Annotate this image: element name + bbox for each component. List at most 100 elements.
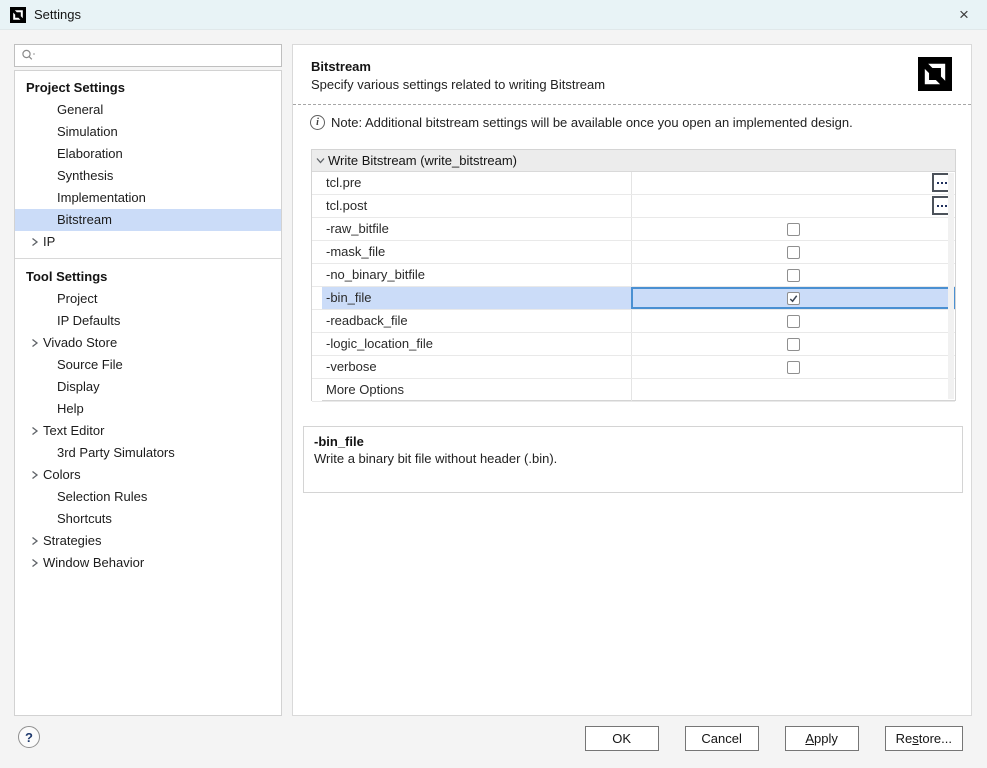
row-gutter — [312, 333, 322, 355]
checkbox[interactable] — [787, 361, 800, 374]
chevron-right-icon — [30, 558, 39, 568]
sidebar-item-simulation[interactable]: Simulation — [15, 121, 281, 143]
row-gutter — [312, 218, 322, 240]
chevron-right-icon — [30, 338, 39, 348]
settings-dialog: Settings × Project SettingsGeneralSimula… — [0, 0, 987, 768]
sidebar-item-display[interactable]: Display — [15, 376, 281, 398]
sidebar-item-label: Strategies — [43, 530, 102, 552]
description-text: Write a binary bit file without header (… — [314, 451, 952, 466]
sidebar-item-help[interactable]: Help — [15, 398, 281, 420]
option-row-raw-bitfile[interactable]: -raw_bitfile — [312, 218, 955, 241]
sidebar-item-label: Window Behavior — [43, 552, 144, 574]
option-row-verbose[interactable]: -verbose — [312, 356, 955, 379]
sidebar-item-shortcuts[interactable]: Shortcuts — [15, 508, 281, 530]
description-box: -bin_file Write a binary bit file withou… — [303, 426, 963, 493]
help-button[interactable]: ? — [18, 726, 40, 748]
titlebar: Settings × — [0, 0, 987, 30]
sidebar-item-strategies[interactable]: Strategies — [15, 530, 281, 552]
sidebar-item-label: Text Editor — [43, 420, 104, 442]
checkbox[interactable] — [787, 315, 800, 328]
checkbox[interactable] — [787, 292, 800, 305]
sidebar-search[interactable] — [14, 44, 282, 67]
row-gutter — [312, 287, 322, 309]
group-header[interactable]: Write Bitstream (write_bitstream) — [312, 150, 955, 172]
sidebar-item-label: Colors — [43, 464, 81, 486]
sidebar-item-label: Source File — [57, 354, 123, 376]
row-gutter — [312, 310, 322, 332]
sidebar-item-text-editor[interactable]: Text Editor — [15, 420, 281, 442]
sidebar-item-bitstream[interactable]: Bitstream — [15, 209, 281, 231]
close-icon[interactable]: × — [952, 3, 976, 27]
sidebar-item-source-file[interactable]: Source File — [15, 354, 281, 376]
apply-button[interactable]: Apply — [785, 726, 859, 751]
option-value-cell — [631, 356, 955, 378]
panel-header: Bitstream Specify various settings relat… — [293, 45, 971, 104]
sidebar-item-label: Project — [57, 288, 97, 310]
option-row-readback-file[interactable]: -readback_file — [312, 310, 955, 333]
sidebar-item-label: Elaboration — [57, 143, 123, 165]
option-value-cell — [631, 287, 955, 309]
tree-section-title-project-settings: Project Settings — [15, 77, 281, 99]
option-row-tcl-post[interactable]: tcl.post — [312, 195, 955, 218]
checkbox[interactable] — [787, 338, 800, 351]
option-value-cell — [631, 264, 955, 286]
sidebar-item-label: General — [57, 99, 103, 121]
option-name: More Options — [322, 379, 631, 401]
option-value-cell — [631, 241, 955, 263]
option-row-no-binary-bitfile[interactable]: -no_binary_bitfile — [312, 264, 955, 287]
sidebar-item-window-behavior[interactable]: Window Behavior — [15, 552, 281, 574]
sidebar-item-selection-rules[interactable]: Selection Rules — [15, 486, 281, 508]
sidebar-item-ip-defaults[interactable]: IP Defaults — [15, 310, 281, 332]
row-gutter — [312, 241, 322, 263]
note-row: i Note: Additional bitstream settings wi… — [310, 115, 971, 130]
tree-section: Tool SettingsProjectIP DefaultsVivado St… — [15, 258, 281, 574]
search-input[interactable] — [40, 49, 281, 63]
sidebar-item-elaboration[interactable]: Elaboration — [15, 143, 281, 165]
sidebar-item-label: Display — [57, 376, 100, 398]
chevron-right-icon — [30, 470, 39, 480]
sidebar-item-colors[interactable]: Colors — [15, 464, 281, 486]
page-title: Bitstream — [311, 59, 371, 74]
sidebar-item-general[interactable]: General — [15, 99, 281, 121]
sidebar-item-implementation[interactable]: Implementation — [15, 187, 281, 209]
sidebar-item-3rd-party-simulators[interactable]: 3rd Party Simulators — [15, 442, 281, 464]
sidebar-item-label: IP Defaults — [57, 310, 120, 332]
tree-section-title-tool-settings: Tool Settings — [15, 266, 281, 288]
sidebar-item-label: Implementation — [57, 187, 146, 209]
chevron-right-icon — [30, 536, 39, 546]
option-row-mask-file[interactable]: -mask_file — [312, 241, 955, 264]
chevron-right-icon — [30, 237, 39, 247]
checkbox[interactable] — [787, 246, 800, 259]
row-gutter — [312, 195, 322, 217]
option-rows: tcl.pretcl.post-raw_bitfile-mask_file-no… — [312, 172, 955, 402]
restore-button[interactable]: Restore... — [885, 726, 963, 751]
group-title: Write Bitstream (write_bitstream) — [328, 153, 517, 168]
option-name: -readback_file — [322, 310, 631, 332]
option-row-tcl-pre[interactable]: tcl.pre — [312, 172, 955, 195]
settings-panel: Bitstream Specify various settings relat… — [292, 44, 972, 716]
row-gutter — [312, 264, 322, 286]
checkbox[interactable] — [787, 223, 800, 236]
sidebar-item-project[interactable]: Project — [15, 288, 281, 310]
ok-button[interactable]: OK — [585, 726, 659, 751]
sidebar-item-label: Help — [57, 398, 84, 420]
option-name: -no_binary_bitfile — [322, 264, 631, 286]
sidebar-item-synthesis[interactable]: Synthesis — [15, 165, 281, 187]
sidebar-item-vivado-store[interactable]: Vivado Store — [15, 332, 281, 354]
option-row-logic-location-file[interactable]: -logic_location_file — [312, 333, 955, 356]
cancel-button[interactable]: Cancel — [685, 726, 759, 751]
page-subtitle: Specify various settings related to writ… — [311, 77, 605, 92]
sidebar-item-ip[interactable]: IP — [15, 231, 281, 253]
option-name: -bin_file — [322, 287, 631, 309]
option-value-cell — [631, 195, 955, 217]
option-value-cell — [631, 310, 955, 332]
option-value-cell — [631, 172, 955, 194]
scrollbar-gutter[interactable] — [948, 173, 954, 399]
option-name: tcl.post — [322, 195, 631, 217]
sidebar-item-label: IP — [43, 231, 55, 253]
option-row-bin-file[interactable]: -bin_file — [312, 287, 955, 310]
checkbox[interactable] — [787, 269, 800, 282]
option-row-more-options[interactable]: More Options — [312, 379, 955, 402]
sidebar-tree: Project SettingsGeneralSimulationElabora… — [14, 70, 282, 716]
amd-logo-icon — [10, 7, 26, 23]
